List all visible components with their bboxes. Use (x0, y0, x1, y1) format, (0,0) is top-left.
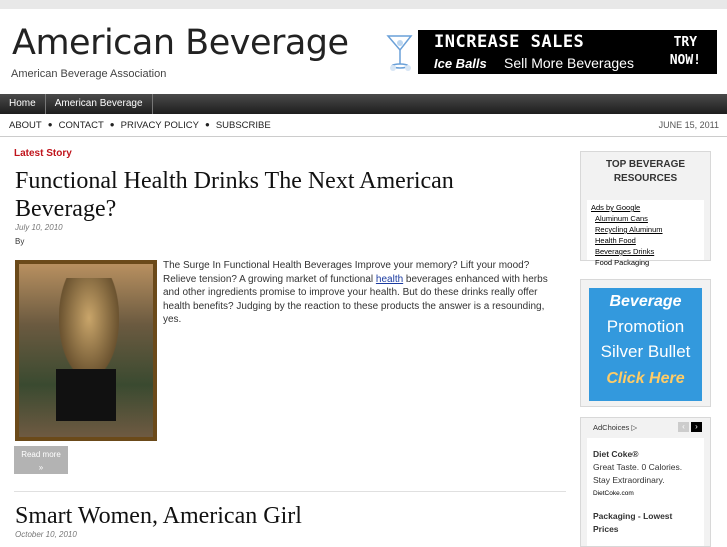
next-arrow-icon[interactable]: › (691, 422, 702, 432)
resources-widget: TOP BEVERAGE RESOURCES Ads by Google Alu… (580, 151, 711, 267)
ad-link-recycling-aluminum[interactable]: Recycling Aluminum (591, 224, 700, 235)
post2-title[interactable]: Smart Women, American Girl (15, 503, 302, 530)
separator-dot: ● (109, 120, 115, 129)
separator-dot: ● (47, 120, 53, 129)
ad-link-food-packaging[interactable]: Food Packaging (591, 257, 700, 268)
ad-link-beverages-drinks[interactable]: Beverages Drinks (591, 246, 700, 257)
nav-american-beverage[interactable]: American Beverage (46, 94, 153, 114)
google-ads-list: Ads by Google Aluminum Cans Recycling Al… (587, 200, 704, 267)
adchoices-widget: AdChoices ▷ ‹ › Diet Coke® Great Taste. … (580, 417, 711, 547)
promo-line2: Promotion (606, 317, 685, 336)
prev-arrow-icon[interactable]: ‹ (678, 422, 689, 432)
site-title[interactable]: American Beverage (12, 23, 349, 63)
adchoices-icon: ▷ (631, 423, 638, 432)
ad-link-aluminum-cans[interactable]: Aluminum Cans (591, 213, 700, 224)
promotion-banner-ad[interactable]: Beverage Promotion Silver Bullet Click H… (589, 288, 702, 401)
post-title[interactable]: Functional Health Drinks The Next Americ… (15, 167, 555, 223)
read-more-label: Read more (21, 450, 61, 459)
subnav-contact[interactable]: CONTACT (59, 120, 104, 131)
promo-widget: Beverage Promotion Silver Bullet Click H… (580, 279, 711, 407)
banner-cta[interactable]: TRY NOW! (670, 34, 701, 70)
glass-icon (383, 30, 418, 74)
top-strip (0, 0, 727, 9)
adchoices-label[interactable]: AdChoices ▷ (593, 423, 637, 432)
post2-date: October 10, 2010 (15, 530, 77, 539)
text-ads: Diet Coke® Great Taste. 0 Calories. Stay… (587, 438, 704, 546)
post-excerpt: The Surge In Functional Health Beverages… (163, 259, 555, 327)
statue-shape (59, 278, 119, 378)
post-thumbnail[interactable] (15, 260, 157, 441)
resources-heading: TOP BEVERAGE RESOURCES (605, 159, 686, 184)
promo-cta: Click Here (606, 370, 685, 387)
banner-tagline: Sell More Beverages (504, 55, 634, 71)
pedestal-shape (56, 369, 116, 421)
site-header: American Beverage American Beverage Asso… (0, 9, 727, 94)
banner-cta-line2: NOW! (669, 53, 701, 68)
subnav-privacy-policy[interactable]: PRIVACY POLICY (121, 120, 199, 131)
post-author: By (15, 237, 25, 246)
ad1-text: Stay Extraordinary. (593, 475, 665, 485)
banner-brand: Ice Balls (434, 56, 487, 71)
read-more-button[interactable]: Read more » (14, 446, 68, 474)
promo-line3: Silver Bullet (600, 342, 691, 361)
main-nav: Home American Beverage (0, 94, 727, 114)
latest-story-label: Latest Story (14, 148, 72, 159)
read-more-arrow-icon: » (38, 463, 44, 472)
subnav-subscribe[interactable]: SUBSCRIBE (216, 120, 271, 131)
subnav-about[interactable]: ABOUT (9, 120, 42, 131)
banner-cta-line1: TRY (673, 35, 698, 50)
post-divider (14, 491, 566, 492)
banner-headline: INCREASE SALES (434, 32, 585, 52)
ad-link-health-food[interactable]: Health Food (591, 235, 700, 246)
promo-line1: Beverage (609, 293, 682, 310)
post-date: July 10, 2010 (15, 223, 63, 232)
ad1-title[interactable]: Diet Coke® (593, 448, 698, 461)
sidebar: TOP BEVERAGE RESOURCES Ads by Google Alu… (580, 151, 711, 547)
ad1-url[interactable]: DietCoke.com (593, 487, 698, 500)
ad1-text: Great Taste. 0 Calories. (593, 462, 683, 472)
sub-nav: ABOUT ● CONTACT ● PRIVACY POLICY ● SUBSCRIB… (0, 114, 727, 137)
adchoices-text: AdChoices (593, 423, 630, 432)
nav-home[interactable]: Home (0, 94, 46, 114)
current-date: JUNE 15, 2011 (658, 120, 719, 130)
ads-by-google-link[interactable]: Ads by Google (591, 202, 700, 213)
site-tagline: American Beverage Association (11, 68, 167, 80)
ice-balls-banner-ad[interactable]: INCREASE SALES Ice Balls Sell More Bever… (383, 30, 717, 74)
separator-dot: ● (204, 120, 210, 129)
ad2-title[interactable]: Packaging - Lowest Prices (593, 510, 698, 536)
ad-pager: ‹ › (678, 422, 702, 432)
keyword-link-health[interactable]: health (376, 274, 403, 285)
